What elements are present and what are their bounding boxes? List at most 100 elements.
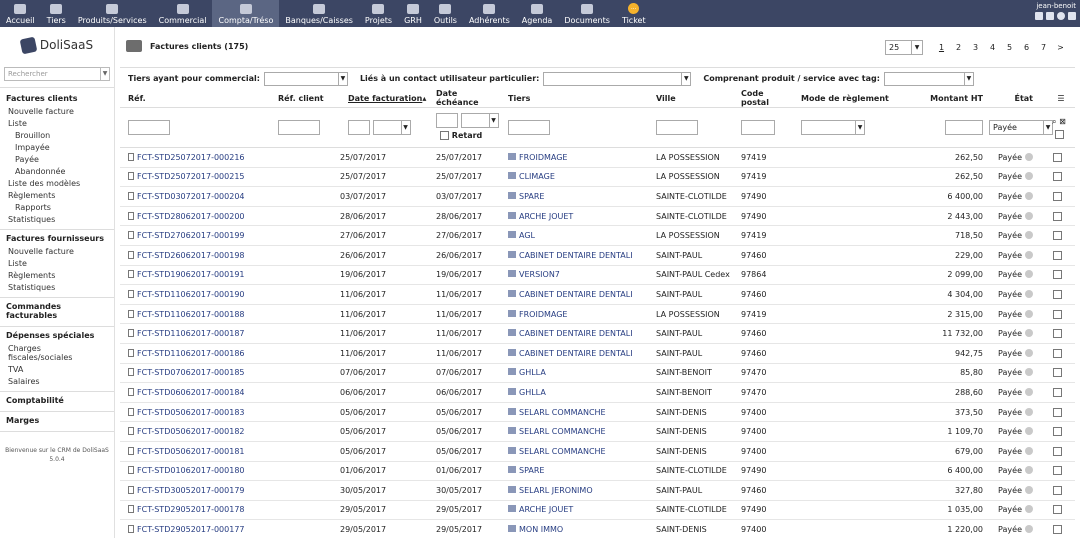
topnav-item-10[interactable]: Agenda (516, 0, 559, 27)
row-checkbox[interactable] (1052, 329, 1062, 339)
user-icon[interactable] (1035, 12, 1043, 20)
page-link-7[interactable]: 7 (1035, 43, 1052, 52)
ville-filter-input[interactable] (656, 120, 698, 135)
user-name[interactable]: jean-benoit (1035, 2, 1076, 10)
invoice-ref-link[interactable]: FCT-STD05062017-000181 (128, 446, 245, 456)
chevron-down-icon[interactable]: ▼ (681, 72, 690, 85)
col-date-echeance[interactable]: Date échéance (428, 89, 500, 108)
menu-item[interactable]: Liste des modèles (0, 177, 114, 189)
select-all-checkbox[interactable] (1054, 129, 1064, 139)
topnav-item-6[interactable]: Projets (359, 0, 398, 27)
col-tiers[interactable]: Tiers (500, 89, 648, 108)
menu-item[interactable]: Salaires (0, 375, 114, 387)
invoice-ref-link[interactable]: FCT-STD26062017-000198 (128, 250, 245, 260)
col-ville[interactable]: Ville (648, 89, 733, 108)
page-link-4[interactable]: 4 (984, 43, 1001, 52)
page-link-2[interactable]: 2 (950, 43, 967, 52)
invoice-ref-link[interactable]: FCT-STD03072017-000204 (128, 191, 245, 201)
chevron-down-icon[interactable]: ▼ (400, 121, 410, 134)
tiers-link[interactable]: CABINET DENTAIRE DENTALI (508, 250, 633, 260)
menu-item[interactable]: Brouillon (0, 129, 114, 141)
col-ref-client[interactable]: Réf. client (270, 89, 340, 108)
tiers-link[interactable]: FROIDMAGE (508, 152, 567, 162)
col-ref[interactable]: Réf. (120, 89, 270, 108)
search-icon[interactable]: ⌕ (1052, 117, 1056, 126)
invoice-ref-link[interactable]: FCT-STD29052017-000178 (128, 505, 245, 514)
ref-client-filter-input[interactable] (278, 120, 320, 135)
chevron-down-icon[interactable]: ▼ (100, 68, 109, 80)
contact-filter-select[interactable]: ▼ (543, 71, 692, 86)
tiers-link[interactable]: CABINET DENTAIRE DENTALI (508, 289, 633, 299)
menu-item[interactable]: TVA (0, 363, 114, 375)
menu-item[interactable]: Statistiques (0, 213, 114, 225)
col-etat[interactable]: État (989, 89, 1039, 108)
tiers-link[interactable]: MON IMMO (508, 525, 563, 534)
code-postal-filter-input[interactable] (741, 120, 775, 135)
menu-item[interactable]: Nouvelle facture (0, 245, 114, 257)
menu-item[interactable]: Liste (0, 257, 114, 269)
row-checkbox[interactable] (1052, 211, 1062, 221)
tiers-link[interactable]: CABINET DENTAIRE DENTALI (508, 348, 633, 358)
row-checkbox[interactable] (1052, 387, 1062, 397)
page-link-1[interactable]: 1 (933, 43, 950, 52)
page-link-5[interactable]: 5 (1001, 43, 1018, 52)
date-ech-day-input[interactable] (436, 113, 458, 128)
menu-item[interactable]: Payée (0, 153, 114, 165)
tag-filter-select[interactable]: ▼ (883, 71, 974, 86)
invoice-ref-link[interactable]: FCT-STD25072017-000215 (128, 172, 245, 181)
row-checkbox[interactable] (1052, 466, 1062, 476)
menu-title[interactable]: Marges (0, 414, 114, 427)
invoice-ref-link[interactable]: FCT-STD06062017-000184 (128, 387, 245, 397)
chevron-down-icon[interactable]: ▼ (337, 72, 347, 85)
topnav-item-11[interactable]: Documents (558, 0, 616, 27)
menu-item[interactable]: Nouvelle facture (0, 105, 114, 117)
topnav-item-7[interactable]: GRH (398, 0, 428, 27)
topnav-item-1[interactable]: Tiers (41, 0, 72, 27)
tiers-link[interactable]: CABINET DENTAIRE DENTALI (508, 329, 633, 338)
menu-item[interactable]: Impayée (0, 141, 114, 153)
montant-filter-input[interactable] (945, 120, 983, 135)
tiers-link[interactable]: CLIMAGE (508, 172, 555, 181)
logo[interactable]: DoliSaaS (0, 27, 114, 63)
row-checkbox[interactable] (1052, 525, 1062, 535)
print-icon[interactable] (1046, 12, 1054, 20)
col-montant-ht[interactable]: Montant HT (903, 89, 989, 108)
menu-title[interactable]: Dépenses spéciales (0, 329, 114, 342)
tiers-link[interactable]: VERSION7 (508, 270, 560, 279)
invoice-ref-link[interactable]: FCT-STD07062017-000185 (128, 368, 245, 377)
invoice-ref-link[interactable]: FCT-STD05062017-000183 (128, 407, 245, 417)
tiers-link[interactable]: SELARL COMMANCHE (508, 407, 606, 417)
tiers-link[interactable]: FROIDMAGE (508, 309, 567, 319)
mode-reglement-filter-select[interactable]: ▼ (801, 120, 865, 135)
chevron-down-icon[interactable]: ▼ (855, 121, 864, 134)
invoice-ref-link[interactable]: FCT-STD19062017-000191 (128, 270, 245, 279)
invoice-ref-link[interactable]: FCT-STD11062017-000188 (128, 309, 245, 319)
topnav-item-5[interactable]: Banques/Caisses (279, 0, 359, 27)
row-checkbox[interactable] (1052, 485, 1062, 495)
tiers-link[interactable]: GHLLA (508, 368, 546, 377)
topnav-item-12[interactable]: ... Ticket (616, 0, 652, 27)
menu-item[interactable]: Règlements (0, 269, 114, 281)
tiers-link[interactable]: ARCHE JOUET (508, 211, 573, 221)
page-link-3[interactable]: 3 (967, 43, 984, 52)
tiers-link[interactable]: SELARL COMMANCHE (508, 427, 606, 436)
topnav-item-9[interactable]: Adhérents (463, 0, 516, 27)
invoice-ref-link[interactable]: FCT-STD29052017-000177 (128, 525, 245, 534)
col-mode-reglement[interactable]: Mode de règlement (793, 89, 903, 108)
invoice-ref-link[interactable]: FCT-STD28062017-000200 (128, 211, 245, 221)
tiers-link[interactable]: SPARE (508, 191, 544, 201)
menu-item[interactable]: Abandonnée (0, 165, 114, 177)
row-checkbox[interactable] (1052, 446, 1062, 456)
tiers-link[interactable]: SELARL JERONIMO (508, 485, 593, 495)
commercial-filter-select[interactable]: ▼ (263, 71, 348, 86)
menu-item[interactable]: Liste (0, 117, 114, 129)
invoice-ref-link[interactable]: FCT-STD30052017-000179 (128, 485, 245, 495)
row-checkbox[interactable] (1052, 309, 1062, 319)
menu-title[interactable]: Factures fournisseurs (0, 232, 114, 245)
row-checkbox[interactable] (1052, 348, 1062, 358)
menu-title[interactable]: Comptabilité (0, 394, 114, 407)
row-checkbox[interactable] (1052, 172, 1062, 182)
topnav-item-2[interactable]: Produits/Services (72, 0, 153, 27)
topnav-item-8[interactable]: Outils (428, 0, 463, 27)
menu-item[interactable]: Charges fiscales/sociales (0, 342, 114, 363)
